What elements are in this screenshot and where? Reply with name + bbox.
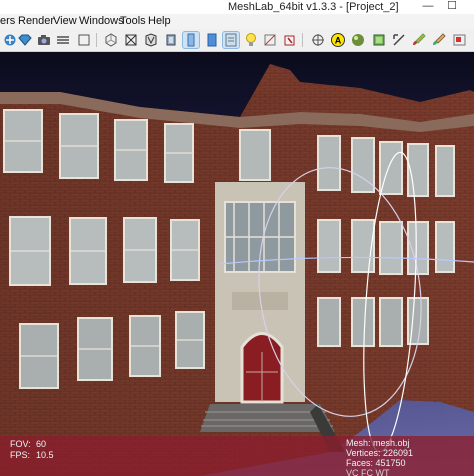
bounding-box-icon[interactable] [76, 32, 92, 48]
minimize-button[interactable]: — [422, 1, 434, 12]
fps-readout: FPS: 10.5 [10, 450, 54, 460]
menu-render[interactable]: Render [18, 14, 54, 29]
snapshot-icon[interactable] [36, 32, 52, 48]
wireframe-icon[interactable] [123, 32, 139, 48]
paint-brush-icon[interactable] [411, 32, 427, 48]
toolbar-separator [302, 33, 303, 47]
annotate-icon[interactable]: A [330, 32, 346, 48]
fov-readout: FOV: 60 [10, 439, 47, 449]
gem-icon[interactable] [17, 32, 33, 48]
layers-icon[interactable] [55, 32, 71, 48]
title-bar: MeshLab_64bit v1.3.3 - [Project_2] — ☐ [0, 0, 474, 14]
cube-select-icon[interactable] [282, 32, 298, 48]
menu-filters[interactable]: ers [0, 14, 15, 29]
texture-icon[interactable] [204, 32, 220, 48]
color-pick-icon[interactable] [262, 32, 278, 48]
menu-windows[interactable]: Windows [79, 14, 124, 29]
paint-brush-2-icon[interactable] [431, 32, 447, 48]
toolbar: A [0, 29, 474, 52]
measure-tool-icon[interactable] [391, 32, 407, 48]
menu-help[interactable]: Help [148, 14, 171, 29]
navigate-icon[interactable] [2, 32, 18, 48]
faces-readout: Faces: 451750 [346, 458, 406, 468]
menu-tools[interactable]: Tools [120, 14, 146, 29]
toolbar-separator [96, 33, 97, 47]
menu-bar: ers Render View Windows Tools Help [0, 14, 474, 29]
select-faces-icon[interactable] [452, 32, 468, 48]
backface-icon[interactable] [222, 31, 240, 49]
crosshair-icon[interactable] [310, 32, 326, 48]
mesh-render [0, 64, 474, 476]
info-overlay: FOV: 60 FPS: 10.5 Mesh: mesh.obj Vertices:… [0, 436, 474, 476]
flat-shading-icon[interactable] [163, 32, 179, 48]
menu-view[interactable]: View [53, 14, 77, 29]
light-bulb-icon[interactable] [243, 32, 259, 48]
points-icon[interactable] [103, 32, 119, 48]
3d-viewport[interactable]: FOV: 60 FPS: 10.5 Mesh: mesh.obj Vertices:… [0, 52, 474, 476]
window-title: MeshLab_64bit v1.3.3 - [Project_2] [228, 1, 399, 13]
svg-text:A: A [335, 36, 342, 46]
hidden-lines-icon[interactable] [143, 32, 159, 48]
vertices-readout: Vertices: 226091 [346, 448, 414, 458]
mesh-name-readout: Mesh: mesh.obj [346, 438, 410, 448]
measure-icon[interactable] [371, 32, 387, 48]
maximize-button[interactable]: ☐ [446, 1, 458, 12]
smooth-shading-icon[interactable] [182, 31, 200, 49]
align-icon[interactable] [350, 32, 366, 48]
render-flags: VC FC WT [346, 468, 390, 476]
